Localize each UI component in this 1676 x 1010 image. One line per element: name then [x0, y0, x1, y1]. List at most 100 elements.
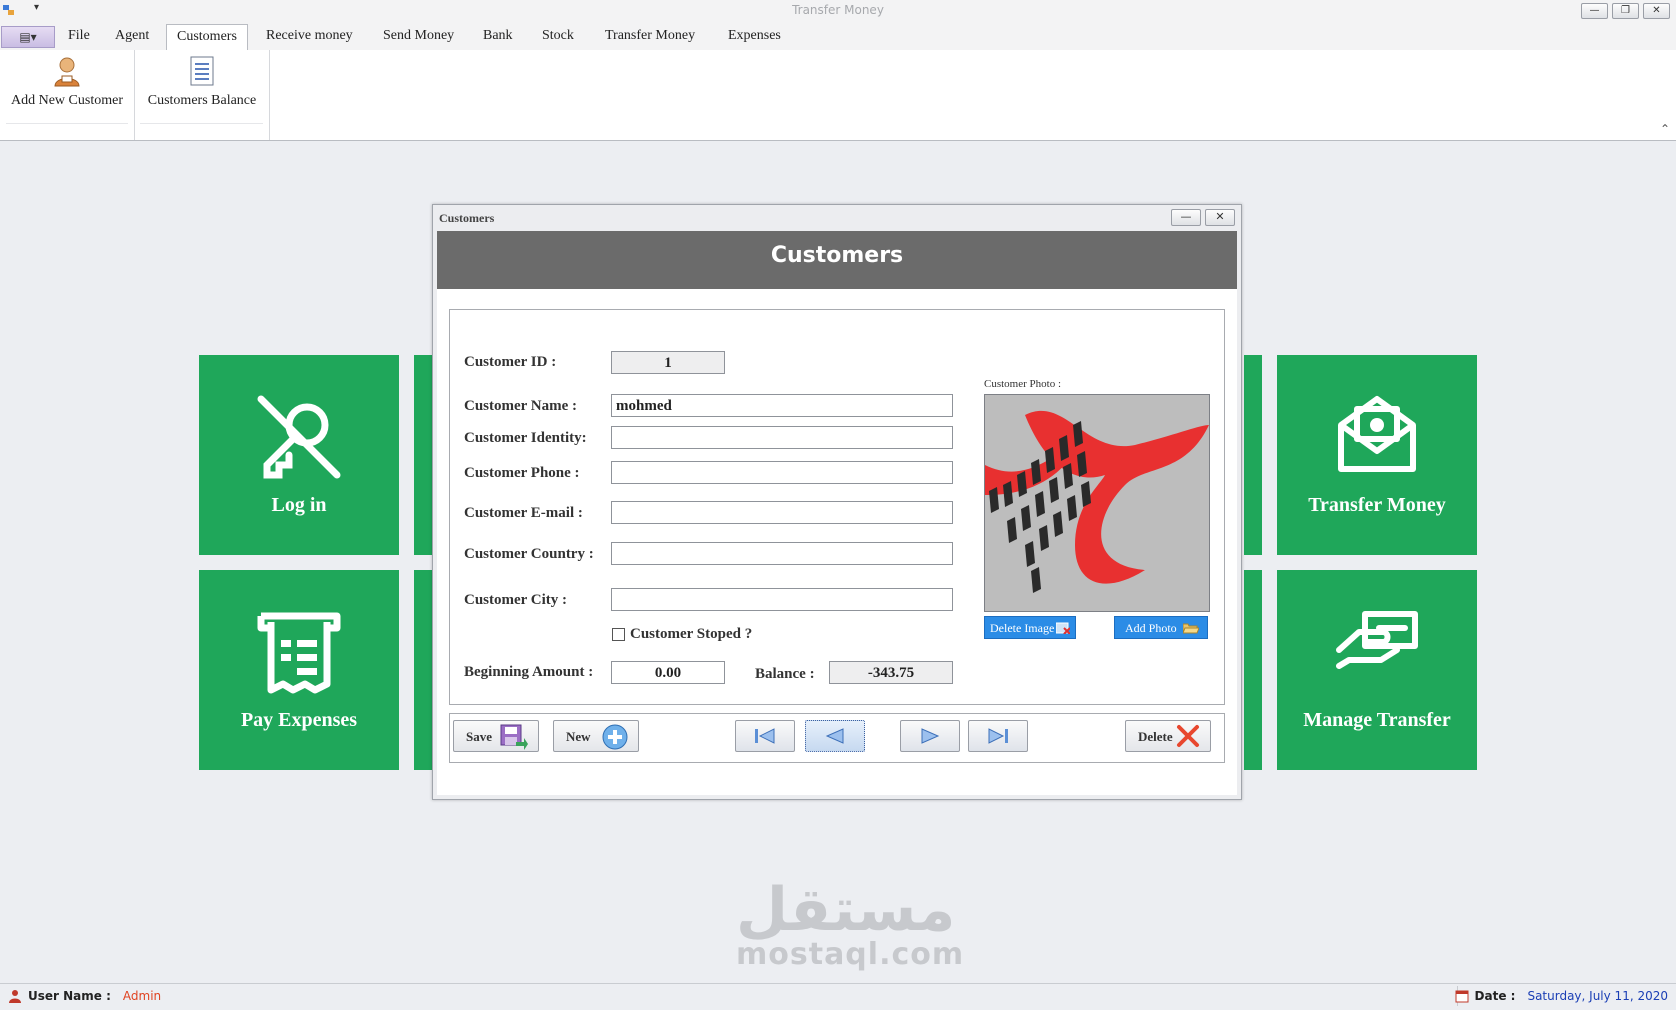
customers-dialog: Customers — ✕ Customers Customer ID : 1 … [432, 204, 1242, 800]
customer-name-input[interactable]: mohmed [611, 394, 953, 417]
new-button[interactable]: New [553, 720, 639, 752]
save-label: Save [466, 729, 492, 744]
dialog-body: Customer ID : 1 Customer Name : mohmed C… [437, 289, 1237, 795]
first-record-button[interactable] [735, 720, 795, 752]
window-minimize-button[interactable]: — [1581, 3, 1608, 19]
tile-manage-transfer[interactable]: Manage Transfer [1277, 570, 1477, 770]
watermark-arabic: مستقل [736, 875, 956, 945]
folder-open-icon [1183, 623, 1199, 634]
tab-agent[interactable]: Agent [105, 24, 159, 48]
ribbon-tabs: ▤▾ File Agent Customers Receive money Se… [0, 22, 1676, 51]
tab-customers[interactable]: Customers [166, 24, 248, 51]
dialog-header: Customers [437, 231, 1237, 289]
date-value: Saturday, July 11, 2020 [1527, 989, 1668, 1003]
save-button[interactable]: Save [453, 720, 539, 752]
tab-stock[interactable]: Stock [532, 24, 584, 48]
delete-label: Delete [1138, 729, 1173, 744]
delete-button[interactable]: Delete [1125, 720, 1211, 752]
title-bar: ▾ Transfer Money — ❐ ✕ [0, 0, 1676, 22]
delete-image-label: Delete Image [990, 621, 1055, 635]
tile-pay-expenses[interactable]: Pay Expenses [199, 570, 399, 770]
customer-form-panel: Customer ID : 1 Customer Name : mohmed C… [449, 309, 1225, 705]
tile-transfer-money[interactable]: Transfer Money [1277, 355, 1477, 555]
user-icon [9, 990, 21, 1003]
customers-balance-label: Customers Balance [147, 93, 257, 108]
last-record-button[interactable] [968, 720, 1028, 752]
tab-bank[interactable]: Bank [473, 24, 523, 48]
next-record-icon [921, 728, 940, 744]
add-circle-icon [602, 724, 628, 750]
tile-manage-transfer-label: Manage Transfer [1303, 709, 1451, 731]
ribbon-group-add: Add New Customer [0, 50, 135, 140]
customer-phone-label: Customer Phone : [464, 465, 580, 481]
report-document-icon [190, 56, 214, 86]
add-new-customer-label: Add New Customer [11, 93, 123, 108]
key-off-icon [257, 395, 341, 479]
tab-transfer-money[interactable]: Transfer Money [595, 24, 705, 48]
new-label: New [566, 729, 591, 744]
customer-city-input[interactable] [611, 588, 953, 611]
customer-country-label: Customer Country : [464, 546, 594, 562]
previous-record-icon [825, 728, 844, 744]
customer-id-label: Customer ID : [464, 354, 557, 370]
delete-image-button[interactable]: Delete Image [984, 616, 1076, 639]
ribbon-collapse-icon[interactable]: ⌃ [1660, 122, 1670, 136]
delete-x-icon [1177, 725, 1199, 747]
window-close-button[interactable]: ✕ [1643, 3, 1670, 19]
customer-id-field: 1 [611, 351, 725, 374]
application-menu-button[interactable]: ▤▾ [1, 26, 55, 48]
tile-partial-right-bottom [1244, 570, 1262, 770]
tab-expenses[interactable]: Expenses [718, 24, 791, 48]
beginning-amount-input[interactable]: 0.00 [611, 661, 725, 684]
tile-login[interactable]: Log in [199, 355, 399, 555]
user-name-value: Admin [122, 989, 162, 1003]
first-record-icon [755, 728, 775, 744]
delete-image-icon [1056, 622, 1070, 634]
ribbon-panel: Add New Customer Customers Balance ⌃ [0, 50, 1676, 141]
dialog-close-button[interactable]: ✕ [1205, 209, 1235, 226]
status-bar: User Name : Admin Date : Saturday, July … [0, 983, 1676, 1010]
add-photo-label: Add Photo [1125, 621, 1177, 635]
dialog-minimize-button[interactable]: — [1171, 209, 1201, 226]
window-restore-button[interactable]: ❐ [1612, 3, 1639, 19]
date-label: Date : [1474, 989, 1516, 1003]
last-record-icon [988, 728, 1008, 744]
customer-stoped-checkbox[interactable] [612, 628, 625, 641]
customer-country-input[interactable] [611, 542, 953, 565]
next-record-button[interactable] [900, 720, 960, 752]
add-photo-button[interactable]: Add Photo [1114, 616, 1208, 639]
receipt-icon [257, 612, 341, 694]
user-name-label: User Name : [28, 989, 111, 1003]
customer-name-label: Customer Name : [464, 398, 578, 414]
window-title: Transfer Money [792, 3, 884, 17]
customer-identity-input[interactable] [611, 426, 953, 449]
add-new-customer-button[interactable]: Add New Customer [4, 54, 130, 109]
tile-transfer-money-label: Transfer Money [1308, 494, 1446, 516]
tile-partial-left-top [414, 355, 432, 555]
tile-partial-left-bottom [414, 570, 432, 770]
save-disk-icon [500, 724, 528, 750]
tab-send-money[interactable]: Send Money [373, 24, 464, 48]
customer-photo-label: Customer Photo : [984, 378, 1062, 390]
tab-file[interactable]: File [58, 24, 100, 48]
customer-city-label: Customer City : [464, 592, 568, 608]
dialog-title: Customers [439, 211, 495, 225]
record-toolbar: Save New Delete [449, 713, 1225, 763]
customer-photo-image [985, 395, 1209, 611]
tile-login-label: Log in [271, 494, 327, 516]
previous-record-button[interactable] [805, 720, 865, 752]
watermark-latin: mostaql.com [736, 937, 965, 972]
calendar-icon [1455, 990, 1469, 1003]
tile-pay-expenses-label: Pay Expenses [240, 709, 358, 731]
balance-label: Balance : [755, 666, 815, 682]
customer-identity-label: Customer Identity: [464, 430, 587, 446]
customer-email-input[interactable] [611, 501, 953, 524]
tab-receive-money[interactable]: Receive money [256, 24, 363, 48]
ribbon-group-balance: Customers Balance [134, 50, 270, 140]
user-add-icon [54, 57, 80, 87]
customer-phone-input[interactable] [611, 461, 953, 484]
beginning-amount-label: Beginning Amount : [464, 664, 594, 680]
customer-email-label: Customer E-mail : [464, 505, 583, 521]
hand-card-icon [1336, 611, 1418, 669]
customers-balance-button[interactable]: Customers Balance [140, 54, 264, 109]
